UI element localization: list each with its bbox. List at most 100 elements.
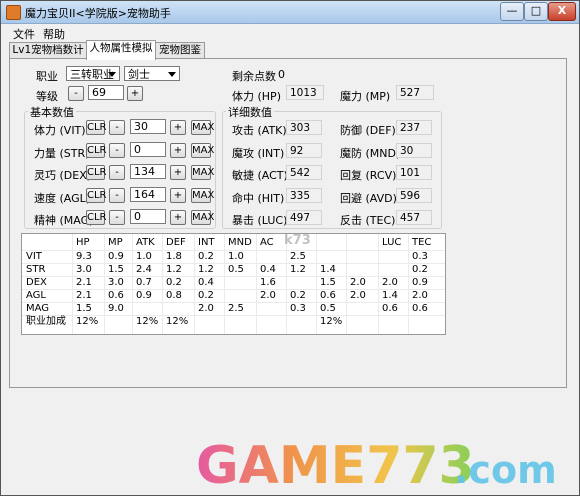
base-stat-plus-button[interactable]: + xyxy=(170,188,186,203)
base-stat-plus-button[interactable]: + xyxy=(170,165,186,180)
table-cell: 0.4 xyxy=(198,277,214,288)
detail-left-label: 命中 (HIT) xyxy=(232,192,285,205)
base-stat-max-button[interactable]: MAX xyxy=(191,210,214,225)
table-cell: 1.4 xyxy=(320,264,336,275)
table-header-cell: MND xyxy=(228,237,252,248)
watermark-k73: k73 xyxy=(284,233,434,255)
table-header-cell: DEF xyxy=(166,237,186,248)
table-cell: DEX xyxy=(26,277,47,288)
job-class-value: 剑士 xyxy=(128,68,150,81)
detail-right-value: 596 xyxy=(396,188,432,203)
table-cell: 0.6 xyxy=(108,290,124,301)
table-cell: 1.6 xyxy=(260,277,276,288)
table-cell: 0.2 xyxy=(166,277,182,288)
menu-file[interactable]: 文件 xyxy=(13,26,35,42)
table-cell: 3.0 xyxy=(76,264,92,275)
level-label: 等级 xyxy=(36,90,58,103)
base-stat-input[interactable]: 164 xyxy=(130,187,166,202)
detail-left-value: 335 xyxy=(286,188,322,203)
grid-column-line xyxy=(256,234,257,334)
level-input[interactable]: 69 xyxy=(88,85,124,100)
table-cell: 9.3 xyxy=(76,251,92,262)
table-cell: 0.2 xyxy=(412,264,428,275)
chevron-down-icon xyxy=(108,72,116,77)
base-stat-input[interactable]: 0 xyxy=(130,142,166,157)
maximize-button[interactable]: □ xyxy=(524,2,548,21)
base-stat-minus-button[interactable]: - xyxy=(109,120,125,135)
menu-bar: 文件 帮助 xyxy=(1,24,579,42)
table-cell: 0.8 xyxy=(166,290,182,301)
base-stat-plus-button[interactable]: + xyxy=(170,143,186,158)
table-cell: 1.8 xyxy=(166,251,182,262)
table-cell: 1.2 xyxy=(166,264,182,275)
grid-column-line xyxy=(132,234,133,334)
tab-pet-atlas[interactable]: 宠物图鉴 xyxy=(155,42,205,59)
base-stat-minus-button[interactable]: - xyxy=(109,210,125,225)
base-stat-label: 灵巧 (DEX) xyxy=(34,169,92,182)
job-tier-select[interactable]: 三转职业 xyxy=(66,66,120,81)
base-stat-max-button[interactable]: MAX xyxy=(191,188,214,203)
table-cell: 2.0 xyxy=(260,290,276,301)
base-stat-max-button[interactable]: MAX xyxy=(191,120,214,135)
base-stat-max-button[interactable]: MAX xyxy=(191,165,214,180)
table-cell: 1.5 xyxy=(108,264,124,275)
base-stat-input[interactable]: 134 xyxy=(130,164,166,179)
detail-right-value: 101 xyxy=(396,165,432,180)
base-stat-label: 速度 (AGL) xyxy=(34,192,91,205)
minimize-button[interactable]: — xyxy=(500,2,524,21)
base-stats-title: 基本数值 xyxy=(28,104,76,120)
base-stat-minus-button[interactable]: - xyxy=(109,165,125,180)
base-stat-clr-button[interactable]: CLR xyxy=(86,165,107,180)
grid-column-line xyxy=(72,234,73,334)
table-cell: 2.0 xyxy=(350,277,366,288)
base-stat-input[interactable]: 0 xyxy=(130,209,166,224)
table-cell: 1.2 xyxy=(198,264,214,275)
table-cell: 1.0 xyxy=(136,251,152,262)
grid-column-line xyxy=(194,234,195,334)
tab-character-sim[interactable]: 人物属性模拟 xyxy=(86,40,156,60)
menu-help[interactable]: 帮助 xyxy=(43,26,65,42)
detail-right-label: 回避 (AVD) xyxy=(340,192,397,205)
base-stat-clr-button[interactable]: CLR xyxy=(86,210,107,225)
remaining-points-value: 0 xyxy=(278,68,285,81)
base-stat-max-button[interactable]: MAX xyxy=(191,143,214,158)
level-plus-button[interactable]: + xyxy=(127,86,143,101)
table-cell: 1.2 xyxy=(290,264,306,275)
table-cell: 0.6 xyxy=(320,290,336,301)
remaining-points-label: 剩余点数 xyxy=(232,70,276,83)
base-stat-clr-button[interactable]: CLR xyxy=(86,120,107,135)
chevron-down-icon xyxy=(168,72,176,77)
app-window: 魔力宝贝II<学院版>宠物助手 — □ X 文件 帮助 Lv1宠物档数计算 人物… xyxy=(0,0,580,496)
table-header-cell: AC xyxy=(260,237,274,248)
base-stat-minus-button[interactable]: - xyxy=(109,143,125,158)
level-minus-button[interactable]: - xyxy=(68,86,84,101)
table-cell: 0.3 xyxy=(290,303,306,314)
table-cell: 12% xyxy=(136,316,159,327)
table-cell: 0.2 xyxy=(198,251,214,262)
detail-left-value: 497 xyxy=(286,210,322,225)
game773-watermark: GAME773 .com xyxy=(196,437,571,493)
base-stat-input[interactable]: 30 xyxy=(130,119,166,134)
detail-right-value: 30 xyxy=(396,143,432,158)
close-button[interactable]: X xyxy=(548,2,576,21)
tab-pet-calc[interactable]: Lv1宠物档数计算 xyxy=(9,42,87,71)
table-cell: 0.5 xyxy=(228,264,244,275)
base-stat-plus-button[interactable]: + xyxy=(170,210,186,225)
table-cell: 2.5 xyxy=(228,303,244,314)
title-bar[interactable]: 魔力宝贝II<学院版>宠物助手 — □ X xyxy=(1,1,579,24)
job-class-select[interactable]: 剑士 xyxy=(124,66,180,81)
detail-left-label: 魔攻 (INT) xyxy=(232,147,285,160)
table-cell: 0.6 xyxy=(382,303,398,314)
table-cell: 0.9 xyxy=(412,277,428,288)
table-cell: 9.0 xyxy=(108,303,124,314)
watermark-logo: GAME773 .com xyxy=(196,437,557,493)
detail-left-value: 542 xyxy=(286,165,322,180)
base-stat-clr-button[interactable]: CLR xyxy=(86,188,107,203)
table-cell: 3.0 xyxy=(108,277,124,288)
detail-right-label: 反击 (TEC) xyxy=(340,214,396,227)
base-stat-clr-button[interactable]: CLR xyxy=(86,143,107,158)
base-stat-minus-button[interactable]: - xyxy=(109,188,125,203)
base-stat-plus-button[interactable]: + xyxy=(170,120,186,135)
base-stat-label: 精神 (MAG) xyxy=(34,214,94,227)
table-cell: 职业加成 xyxy=(26,316,66,327)
